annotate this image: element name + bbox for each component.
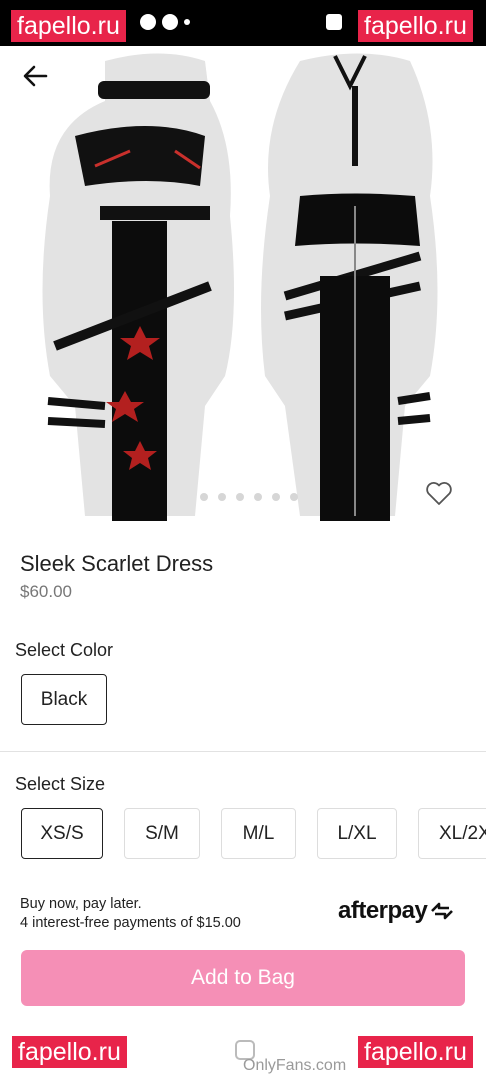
size-option-s-m[interactable]: S/M	[124, 808, 200, 859]
select-size-label: Select Size	[15, 774, 106, 794]
afterpay-line-1: Buy now, pay later.	[20, 896, 142, 912]
notification-icons	[140, 14, 190, 30]
size-option-xs-s[interactable]: XS/S	[21, 808, 103, 859]
watermark: fapello.ru	[12, 1036, 127, 1068]
notification-icon	[162, 14, 178, 30]
select-color-label: Select Color	[15, 640, 114, 660]
product-image-carousel[interactable]	[0, 46, 486, 526]
afterpay-arrows-icon	[431, 902, 454, 920]
carousel-dot[interactable]	[272, 493, 280, 501]
size-option-m-l[interactable]: M/L	[221, 808, 296, 859]
system-icons	[326, 14, 342, 30]
onlyfans-watermark: OnlyFans.com	[243, 1057, 347, 1074]
alarm-icon	[326, 14, 342, 30]
carousel-dot[interactable]	[290, 493, 298, 501]
more-notifications-icon	[184, 19, 190, 25]
size-option-l-xl[interactable]: L/XL	[317, 808, 397, 859]
afterpay-line-2: 4 interest-free payments of $15.00	[20, 915, 241, 931]
size-options: XS/S S/M M/L L/XL XL/2X	[0, 808, 486, 860]
watermark: fapello.ru	[358, 1036, 473, 1068]
afterpay-logo-text: afterpay	[338, 897, 428, 924]
add-to-bag-button[interactable]: Add to Bag	[21, 950, 465, 1006]
back-mannequin	[261, 53, 438, 521]
watermark: fapello.ru	[358, 10, 473, 42]
front-mannequin	[42, 53, 234, 521]
carousel-dot[interactable]	[200, 493, 208, 501]
back-arrow-icon[interactable]	[20, 60, 52, 92]
product-price: $60.00	[20, 582, 72, 601]
size-option-xl-2x[interactable]: XL/2X	[418, 808, 486, 859]
color-option-black[interactable]: Black	[21, 674, 107, 725]
carousel-dot[interactable]	[236, 493, 244, 501]
product-photo	[42, 53, 438, 521]
carousel-dot[interactable]	[218, 493, 226, 501]
carousel-dot[interactable]	[254, 493, 262, 501]
divider	[0, 751, 486, 752]
afterpay-info: Buy now, pay later. 4 interest-free paym…	[20, 895, 241, 933]
notification-icon	[140, 14, 156, 30]
product-title: Sleek Scarlet Dress	[20, 551, 214, 576]
carousel-indicator	[200, 493, 298, 501]
afterpay-logo[interactable]: afterpay	[338, 897, 455, 925]
heart-icon[interactable]	[424, 478, 454, 508]
watermark: fapello.ru	[11, 10, 126, 42]
